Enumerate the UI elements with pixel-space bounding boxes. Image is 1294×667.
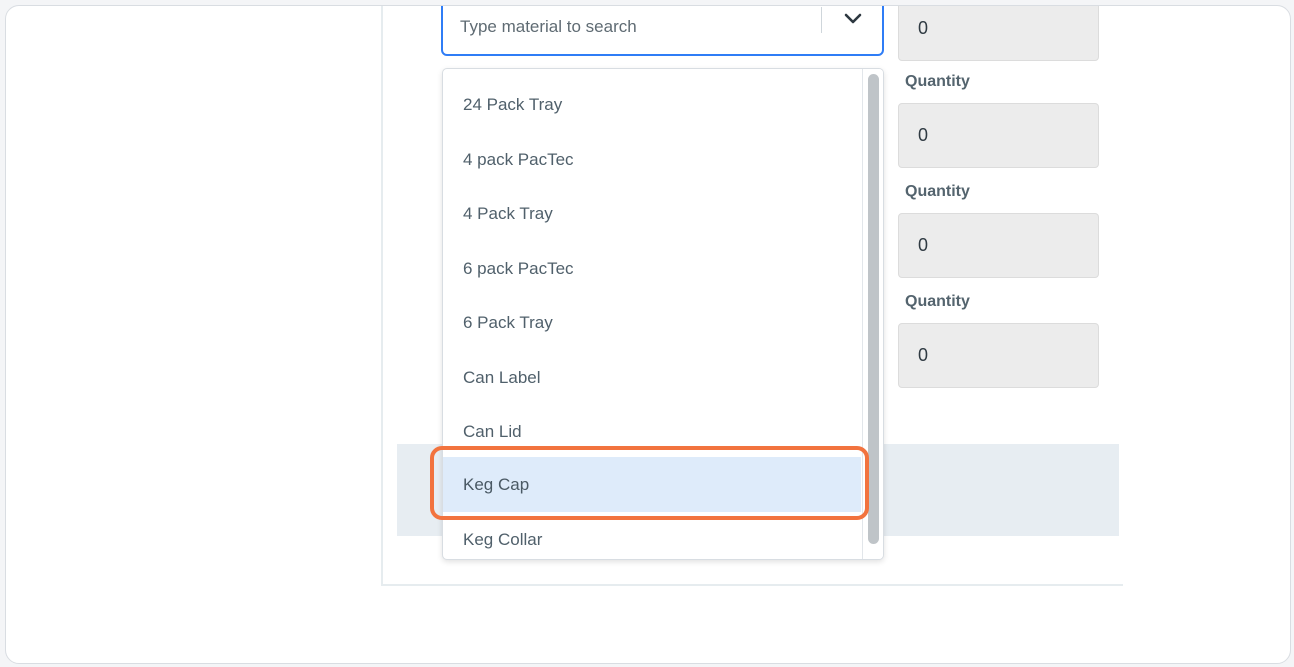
dropdown-scrollbar[interactable] (862, 69, 883, 559)
quantity-input-1[interactable] (898, 6, 1099, 61)
dropdown-option[interactable]: Can Label (443, 350, 861, 405)
select-divider (821, 7, 822, 33)
screenshot-frame: Quantity Quantity Quantity 24 Pack Tray … (5, 5, 1291, 664)
dropdown-option[interactable]: 6 Pack Tray (443, 295, 861, 350)
quantity-input-2[interactable] (898, 103, 1099, 168)
dropdown-option[interactable]: 6 pack PacTec (443, 241, 861, 296)
scrollbar-thumb[interactable] (868, 74, 879, 544)
dropdown-option[interactable]: Can Lid (443, 404, 861, 459)
material-select[interactable] (441, 6, 884, 56)
quantity-label-2: Quantity (905, 73, 970, 90)
dropdown-toggle-button[interactable] (833, 6, 873, 37)
quantity-input-4[interactable] (898, 323, 1099, 388)
dropdown-option[interactable]: 4 pack PacTec (443, 132, 861, 187)
quantity-input-3[interactable] (898, 213, 1099, 278)
quantity-label-4: Quantity (905, 293, 970, 310)
dropdown-option-highlighted[interactable]: Keg Cap (443, 457, 861, 512)
chevron-down-icon (844, 13, 862, 24)
dropdown-option[interactable]: 24 Pack Tray (443, 77, 861, 132)
material-search-input[interactable] (460, 14, 800, 40)
quantity-label-3: Quantity (905, 183, 970, 200)
material-dropdown-menu: 24 Pack Tray 4 pack PacTec 4 Pack Tray 6… (442, 68, 884, 560)
dropdown-option[interactable]: Keg Collar (443, 512, 861, 559)
dropdown-option[interactable]: 4 Pack Tray (443, 186, 861, 241)
